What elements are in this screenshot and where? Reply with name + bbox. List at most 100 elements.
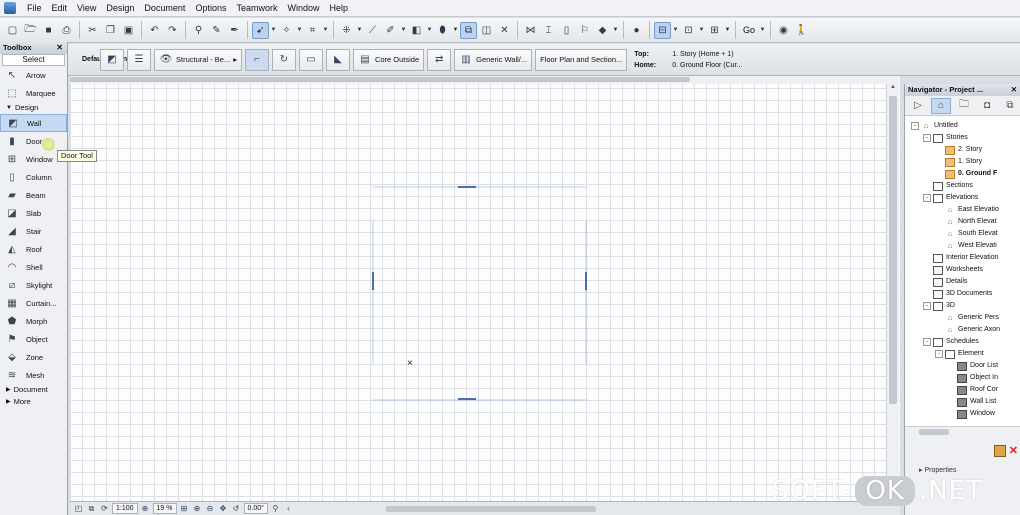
chevron-down-icon[interactable]: ▼: [356, 27, 363, 33]
horizontal-scroll-thumb[interactable]: [385, 505, 596, 512]
tool-beam[interactable]: ▰ Beam: [0, 186, 67, 204]
details-icon[interactable]: ▯: [558, 22, 575, 39]
zoom-in-icon[interactable]: ⊕: [192, 503, 203, 514]
tool-slab[interactable]: ◪ Slab: [0, 204, 67, 222]
flip-button[interactable]: ⇄: [427, 48, 452, 71]
tree-item[interactable]: 2. Story: [905, 144, 1020, 156]
tool-wall[interactable]: ◩ Wall: [0, 114, 67, 132]
find-select-icon[interactable]: ⚲: [190, 22, 207, 39]
chevron-down-icon[interactable]: ▼: [759, 27, 766, 33]
tab-publisher[interactable]: ⧉: [1000, 98, 1020, 114]
collapse-toggle-icon[interactable]: -: [923, 194, 931, 202]
tree-item[interactable]: 3D Documents: [905, 288, 1020, 300]
collapse-toggle-icon[interactable]: -: [935, 350, 943, 358]
scroll-thumb[interactable]: [70, 77, 690, 82]
pick-up-icon[interactable]: ✎: [208, 22, 225, 39]
go-button[interactable]: Go: [740, 25, 758, 35]
chevron-down-icon[interactable]: ▼: [698, 27, 705, 33]
geometry-curved-button[interactable]: ↻: [271, 48, 296, 71]
structure-dropdown[interactable]: 👁 Structural - Be... ▸: [154, 48, 242, 71]
scroll-up-icon[interactable]: ▲: [887, 84, 899, 90]
inject-icon[interactable]: ✒: [226, 22, 243, 39]
tab-navigator-map[interactable]: ▷: [908, 98, 928, 114]
menu-teamwork[interactable]: Teamwork: [231, 0, 282, 17]
redo-icon[interactable]: ↷: [164, 22, 181, 39]
tree-item[interactable]: Window: [905, 408, 1020, 420]
tool-door[interactable]: ▮ Door: [0, 132, 67, 150]
tree-item[interactable]: Object In: [905, 372, 1020, 384]
suspend-group-icon[interactable]: ⧉: [460, 21, 477, 39]
redraw-icon[interactable]: ⟳: [99, 503, 110, 514]
geometry-straight-button[interactable]: ⌐: [244, 48, 269, 71]
tool-marquee[interactable]: ⬚ Marquee: [0, 84, 67, 102]
tool-object[interactable]: ⚑ Object: [0, 330, 67, 348]
teamwork-icon[interactable]: ◉: [775, 22, 792, 39]
pen-icon[interactable]: ✐: [382, 22, 399, 39]
wall-shape-button[interactable]: ▭: [298, 48, 323, 71]
display-icon[interactable]: ⊡: [680, 22, 697, 39]
floor-plan-icon[interactable]: ⊟: [654, 21, 671, 39]
material-dropdown[interactable]: ▥ Generic Wall/...: [454, 48, 533, 71]
menu-window[interactable]: Window: [282, 0, 324, 17]
reference-line-dropdown[interactable]: ▤ Core Outside: [352, 48, 425, 71]
angle-field[interactable]: 0.00°: [243, 503, 268, 514]
open-icon[interactable]: 🗁: [22, 22, 39, 39]
group-more[interactable]: ▶ More: [0, 396, 67, 408]
menu-document[interactable]: Document: [139, 0, 190, 17]
scale-field[interactable]: 1:100: [112, 503, 138, 514]
collapse-toggle-icon[interactable]: -: [923, 302, 931, 310]
tree-item[interactable]: - Elevations: [905, 192, 1020, 204]
tree-item[interactable]: ⌂ Generic Pers: [905, 312, 1020, 324]
ruler-icon[interactable]: ⟋: [364, 22, 381, 39]
cut-icon[interactable]: ✂: [84, 22, 101, 39]
close-icon[interactable]: ✕: [496, 22, 513, 39]
tree-item[interactable]: ⌂ East Elevatio: [905, 204, 1020, 216]
tree-item[interactable]: - Schedules: [905, 336, 1020, 348]
menu-options[interactable]: Options: [190, 0, 231, 17]
tool-zone[interactable]: ⬙ Zone: [0, 348, 67, 366]
layer-icon[interactable]: ◧: [408, 22, 425, 39]
tool-shell[interactable]: ◠ Shell: [0, 258, 67, 276]
zoom-tool-icon[interactable]: ⊕: [140, 503, 151, 514]
menu-help[interactable]: Help: [325, 0, 354, 17]
display-dropdown[interactable]: Floor Plan and Section...: [535, 48, 628, 71]
tree-item[interactable]: ⌂ West Elevati: [905, 240, 1020, 252]
print-icon[interactable]: ⎙: [58, 22, 75, 39]
layer-combo-icon[interactable]: ⧉: [86, 503, 97, 514]
orbit-icon[interactable]: ↺: [231, 503, 242, 514]
tree-item[interactable]: ⌂ North Elevat: [905, 216, 1020, 228]
lock-icon[interactable]: ◫: [478, 22, 495, 39]
previous-view-icon[interactable]: ‹: [283, 503, 294, 514]
tab-layout-book[interactable]: ◘: [977, 98, 997, 114]
chevron-down-icon[interactable]: ▼: [296, 27, 303, 33]
vertical-scrollbar[interactable]: ▲ ▼: [886, 84, 899, 502]
grid-snap-icon[interactable]: ⁜: [338, 22, 355, 39]
undo-icon[interactable]: ↶: [146, 22, 163, 39]
tool-stair[interactable]: ◢ Stair: [0, 222, 67, 240]
tree-item[interactable]: Door List: [905, 360, 1020, 372]
tree-item[interactable]: 0. Ground F: [905, 168, 1020, 180]
story-settings[interactable]: Top: 1. Story (Home + 1) Home: 0. Ground F…: [630, 49, 742, 71]
horizontal-ruler-scroll[interactable]: [70, 76, 900, 84]
tree-item[interactable]: - Element: [905, 348, 1020, 360]
chevron-down-icon[interactable]: ▼: [452, 27, 459, 33]
chevron-down-icon[interactable]: ▼: [672, 27, 679, 33]
3d-icon[interactable]: ◆: [594, 22, 611, 39]
new-icon[interactable]: ▢: [4, 22, 21, 39]
layer-button[interactable]: ☰: [127, 48, 151, 71]
tool-curtain-wall[interactable]: ▦ Curtain...: [0, 294, 67, 312]
chevron-down-icon[interactable]: ▼: [612, 27, 619, 33]
menu-design[interactable]: Design: [101, 0, 139, 17]
fill-icon[interactable]: ⬮: [434, 22, 451, 39]
section-icon[interactable]: ⌶: [540, 22, 557, 39]
zoom-out-icon[interactable]: ⊖: [205, 503, 216, 514]
zoom-field[interactable]: 19 %: [152, 503, 177, 514]
tool-morph[interactable]: ⬟ Morph: [0, 312, 67, 330]
chevron-down-icon[interactable]: ▼: [322, 27, 329, 33]
tab-view-map[interactable]: 🗀: [954, 98, 974, 114]
tree-item[interactable]: 1. Story: [905, 156, 1020, 168]
tree-item[interactable]: - ⌂ Untitled: [905, 120, 1020, 132]
new-folder-button[interactable]: [994, 445, 1006, 457]
view-map-icon[interactable]: ◰: [73, 503, 84, 514]
select-button[interactable]: Select: [2, 54, 65, 66]
